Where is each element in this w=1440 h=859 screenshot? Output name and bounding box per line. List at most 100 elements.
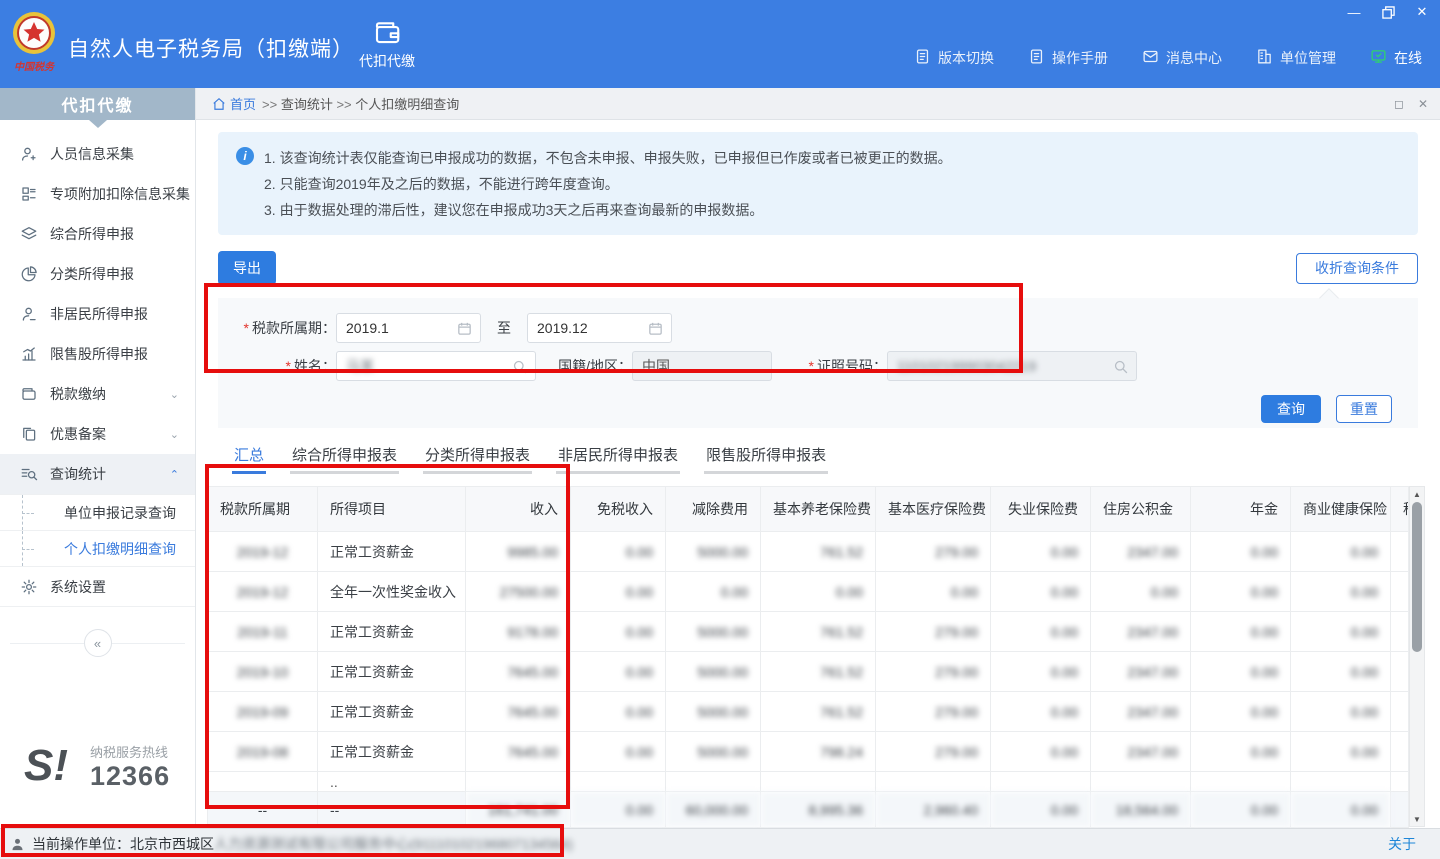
table-cell [1291, 772, 1391, 792]
table-row[interactable]: 2019-08正常工资薪金7645.000.005000.00798.24279… [208, 732, 1409, 772]
tab-0[interactable]: 汇总 [232, 444, 266, 474]
hotline-number: 12366 [90, 761, 195, 792]
table-cell: 0.00 [1291, 572, 1391, 612]
search-icon[interactable] [1112, 358, 1129, 375]
window-controls: — ✕ [1346, 4, 1430, 20]
table-cell: 0.00 [991, 532, 1091, 572]
table-cell: 9178.00 [466, 612, 571, 652]
search-icon[interactable] [511, 358, 528, 375]
table-row[interactable]: 2019-09正常工资薪金7645.000.005000.00761.52279… [208, 692, 1409, 732]
table-cell: 279.00 [876, 532, 991, 572]
scroll-up-icon[interactable]: ▲ [1410, 487, 1424, 501]
breadcrumb-home[interactable]: 首页 [212, 94, 256, 113]
vertical-scrollbar[interactable]: ▲ ▼ [1409, 486, 1425, 827]
vertical-scroll-thumb[interactable] [1412, 502, 1422, 652]
pie-icon [20, 265, 38, 283]
column-header: 减除费用 [666, 487, 761, 532]
status-bar: 当前操作单位：北京市西城区人力资源测试有限公司服务中心(911101021968… [0, 828, 1440, 859]
breadcrumb-item[interactable]: 个人扣缴明细查询 [355, 97, 459, 112]
table-cell [1391, 652, 1409, 692]
panel-close-icon[interactable]: ✕ [1418, 97, 1428, 111]
nav-item-manual[interactable]: 操作手册 [1028, 48, 1108, 68]
id-number-input[interactable]: 110102199903042219 [887, 351, 1137, 381]
table-row[interactable]: 2019-11正常工资薪金9178.000.005000.00761.52279… [208, 612, 1409, 652]
collapse-query-button[interactable]: 收折查询条件 [1296, 253, 1418, 284]
table-row[interactable]: .. [208, 772, 1409, 792]
nationality-label: 国籍/地区： [536, 356, 632, 376]
table-cell: 2347.00 [1091, 732, 1191, 772]
table-cell: 2347.00 [1091, 612, 1191, 652]
table-cell: 0.00 [571, 612, 666, 652]
sidebar-item-query-statistics[interactable]: 查询统计⌃ [0, 454, 195, 494]
sidebar-item-restricted-stock[interactable]: 限售股所得申报 [0, 334, 195, 374]
table-cell: 60,000.00 [666, 792, 761, 828]
wallet-icon [372, 17, 402, 47]
restore-icon[interactable] [1380, 4, 1396, 20]
result-tabs: 汇总综合所得申报表分类所得申报表非居民所得申报表限售股所得申报表 [232, 444, 1418, 474]
sidebar-subitem-unit-report-query[interactable]: 单位申报记录查询 [0, 495, 195, 531]
tab-4[interactable]: 限售股所得申报表 [704, 444, 828, 474]
period-label: 税款所属期： [218, 318, 336, 338]
query-button[interactable]: 查询 [1261, 395, 1321, 423]
breadcrumb-item[interactable]: 查询统计 [281, 97, 333, 112]
column-header: 免税收入 [571, 487, 666, 532]
tab-2[interactable]: 分类所得申报表 [423, 444, 532, 474]
table-cell: 7645.00 [466, 652, 571, 692]
table-cell: 7645.00 [466, 692, 571, 732]
sidebar-subitem-personal-withholding-query[interactable]: 个人扣缴明细查询 [0, 531, 195, 567]
period-from-input[interactable]: 2019.1 [336, 313, 481, 343]
table-cell: 5000.00 [666, 612, 761, 652]
table-total-row[interactable]: ----161,741.000.0060,000.008,995.362,960… [208, 792, 1409, 828]
top-header: 中国税务 自然人电子税务局（扣缴端） 代扣代缴 版本切换操作手册消息中心单位管理… [0, 0, 1440, 88]
export-button[interactable]: 导出 [218, 251, 276, 285]
name-input[interactable]: 马某 [336, 351, 536, 381]
hotline-logo-icon: S! [24, 744, 68, 788]
reset-button[interactable]: 重置 [1336, 395, 1392, 423]
module-tab-withholding[interactable]: 代扣代缴 [344, 0, 430, 88]
sidebar-item-tax-payment[interactable]: 税款缴纳⌄ [0, 374, 195, 414]
result-table: 税款所属期所得项目收入免税收入减除费用基本养老保险费基本医疗保险费失业保险费住房… [207, 486, 1409, 828]
sidebar-item-personnel-info[interactable]: 人员信息采集 [0, 134, 195, 174]
scroll-down-icon[interactable]: ▼ [1410, 812, 1424, 826]
sidebar-collapse-button[interactable]: « [84, 629, 112, 657]
nav-item-online-status[interactable]: 在线 [1370, 48, 1422, 68]
table-cell: 0.00 [571, 792, 666, 828]
tab-3[interactable]: 非居民所得申报表 [556, 444, 680, 474]
table-cell: 0.00 [571, 572, 666, 612]
tab-1[interactable]: 综合所得申报表 [290, 444, 399, 474]
nav-item-message-center[interactable]: 消息中心 [1142, 48, 1222, 68]
table-cell [1391, 732, 1409, 772]
column-header: 收入 [466, 487, 571, 532]
nationality-input[interactable]: 中国 [632, 351, 772, 381]
table-row[interactable]: 2019-10正常工资薪金7645.000.005000.00761.52279… [208, 652, 1409, 692]
table-cell: .. [318, 772, 466, 792]
about-link[interactable]: 关于 [1388, 834, 1416, 854]
copy-icon [20, 425, 38, 443]
close-icon[interactable]: ✕ [1414, 4, 1430, 20]
panel-maximize-icon[interactable]: ◻ [1394, 97, 1404, 111]
sidebar-item-system-settings[interactable]: 系统设置 [0, 567, 195, 607]
nav-item-version-switch[interactable]: 版本切换 [914, 48, 994, 68]
table-row[interactable]: 2019-12正常工资薪金9985.000.005000.00761.52279… [208, 532, 1409, 572]
table-cell: 8,995.36 [761, 792, 876, 828]
hotline-label: 纳税服务热线 [90, 742, 195, 761]
breadcrumb-trail: >> 查询统计 >> 个人扣缴明细查询 [262, 94, 459, 113]
breadcrumb-separator: >> [333, 97, 355, 112]
table-cell: 2019-12 [208, 572, 318, 612]
table-cell: 0.00 [991, 692, 1091, 732]
table-cell: 27500.00 [466, 572, 571, 612]
calendar-icon[interactable] [456, 320, 473, 337]
table-cell: 5000.00 [666, 732, 761, 772]
sidebar-item-nonresident-income[interactable]: 非居民所得申报 [0, 294, 195, 334]
nav-item-org-management[interactable]: 单位管理 [1256, 48, 1336, 68]
sidebar-item-preferential-record[interactable]: 优惠备案⌄ [0, 414, 195, 454]
table-row[interactable]: 2019-12全年一次性奖金收入27500.000.000.000.000.00… [208, 572, 1409, 612]
calendar-icon[interactable] [647, 320, 664, 337]
minimize-icon[interactable]: — [1346, 4, 1362, 20]
sidebar-item-comprehensive-income[interactable]: 综合所得申报 [0, 214, 195, 254]
sidebar-item-classified-income[interactable]: 分类所得申报 [0, 254, 195, 294]
column-header: 商业健康保险 [1291, 487, 1391, 532]
sidebar-item-special-deduction[interactable]: 专项附加扣除信息采集 [0, 174, 195, 214]
period-to-input[interactable]: 2019.12 [527, 313, 672, 343]
table-cell: 761.52 [761, 692, 876, 732]
